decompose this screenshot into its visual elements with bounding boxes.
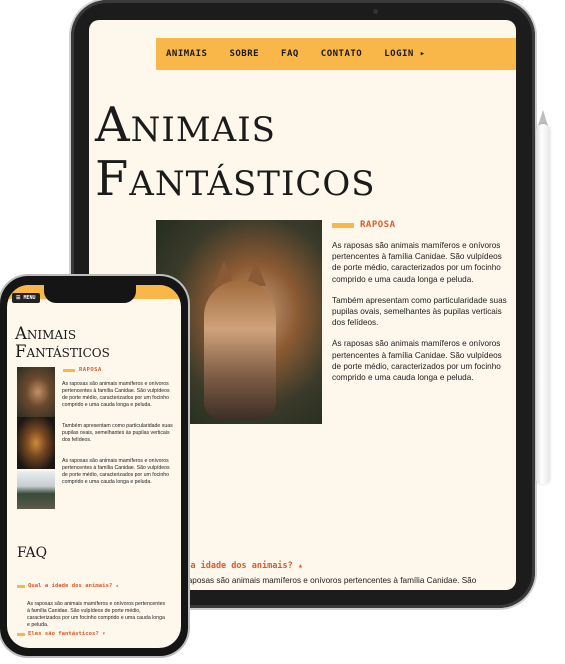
paragraph: As raposas são animais mamíferos e onívo… (332, 241, 502, 284)
tablet-camera (373, 9, 378, 14)
nav-sobre-link[interactable]: SOBRE (229, 49, 259, 59)
phone-faq-question-2[interactable]: Eles são fantásticos? ▾ (17, 631, 105, 637)
paragraph: Também apresentam como particularidade s… (332, 295, 507, 328)
title-line-1: Animais (95, 97, 276, 153)
nav-faq-link[interactable]: FAQ (281, 49, 299, 59)
nav-login-link[interactable]: LOGIN ▸ (384, 49, 425, 59)
landscape-thumbnail (17, 471, 55, 509)
phone-faq-answer-1: As raposas são animais mamíferos e onívo… (27, 601, 166, 628)
phone-page-title: Animais Fantásticos (15, 325, 110, 361)
phone-section-label-text: RAPOSA (79, 367, 102, 373)
paragraph: As raposas são animais mamíferos e onívo… (332, 339, 502, 383)
label-accent-bar (332, 222, 354, 228)
faq-heading: FAQ (17, 545, 48, 561)
tablet-nav-bar: ANIMAIS SOBRE FAQ CONTATO LOGIN ▸ (156, 38, 516, 70)
page-title: Animais Fantásticos (95, 98, 376, 206)
phone-faq-question-1-text: Qual a idade dos animais? ▴ (28, 583, 119, 589)
fox-thumbnail-2 (17, 417, 55, 469)
phone-paragraph: Também apresentam como particularidade s… (62, 423, 173, 443)
phone-section-label: RAPOSA (63, 367, 102, 373)
phone-paragraph: As raposas são animais mamíferos e onívo… (62, 381, 170, 408)
phone-screen: Animais Fantásticos RAPOSA As raposas sã… (7, 285, 181, 648)
nav-contato-link[interactable]: CONTATO (321, 49, 362, 59)
title-line-2: Fantásticos (95, 151, 376, 207)
phone-paragraph: As raposas são animais mamíferos e onívo… (62, 458, 170, 485)
fox-thumbnail-1 (17, 367, 55, 417)
phone-title-line-1: Animais (15, 324, 77, 343)
faq-answer: raposas são animais mamíferos e onívoros… (185, 576, 477, 585)
nav-animais-link[interactable]: ANIMAIS (166, 49, 207, 59)
menu-button[interactable]: ☰ MENU (12, 293, 40, 303)
article-text: RAPOSA As raposas são animais mamíferos … (332, 220, 508, 383)
stylus-pencil (536, 124, 550, 484)
phone-faq-question-1[interactable]: Qual a idade dos animais? ▴ (17, 583, 119, 589)
phone-title-line-2: Fantásticos (15, 342, 110, 361)
phone-notch (44, 284, 136, 303)
section-label: RAPOSA (332, 220, 508, 230)
phone-faq-question-2-text: Eles são fantásticos? ▾ (28, 631, 106, 637)
faq-question[interactable]: al a idade dos animais? ▴ (175, 561, 303, 571)
section-label-text: RAPOSA (360, 220, 396, 230)
